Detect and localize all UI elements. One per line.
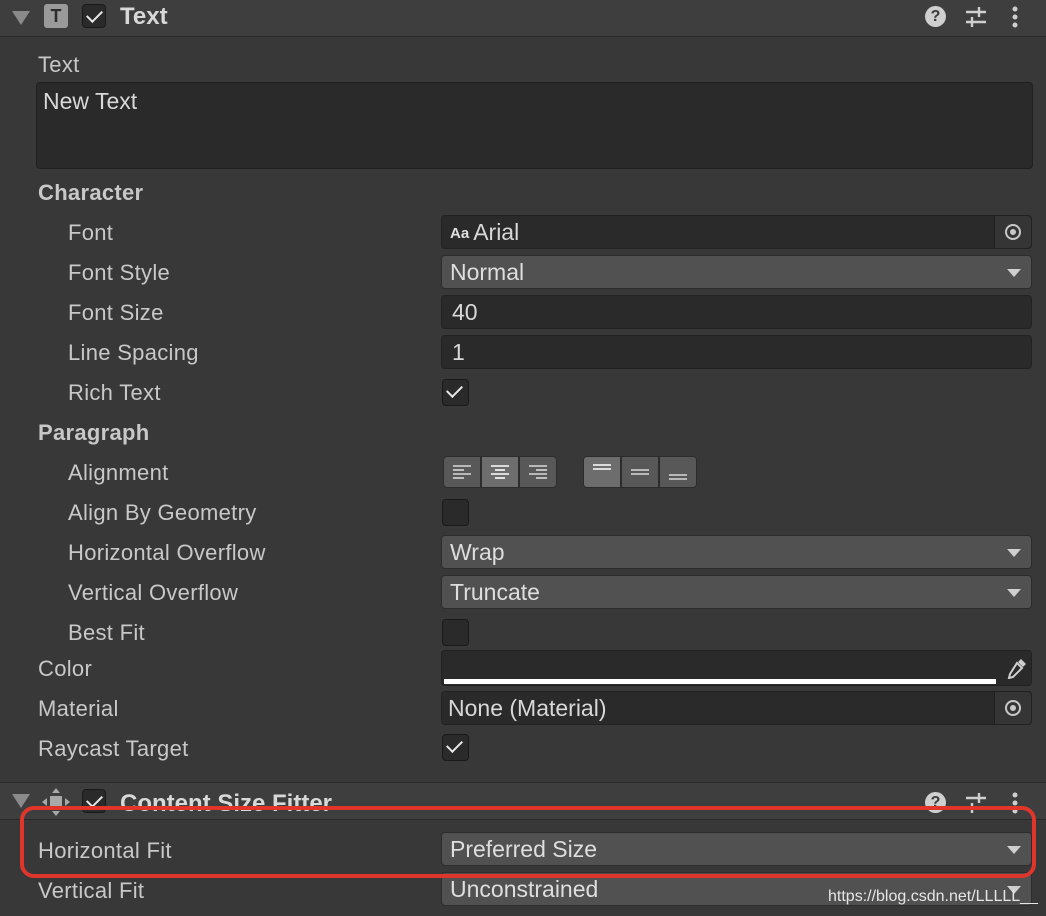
color-label: Color — [38, 656, 93, 681]
line-spacing-input[interactable]: 1 — [441, 335, 1032, 369]
raycast-target-checkbox[interactable] — [442, 734, 469, 761]
object-picker-icon[interactable] — [994, 692, 1031, 724]
raycast-target-label: Raycast Target — [38, 736, 189, 761]
character-header: Character — [38, 180, 144, 205]
text-area-value: New Text — [43, 88, 138, 114]
align-by-geometry-label: Align By Geometry — [68, 500, 257, 525]
align-middle-icon — [631, 469, 649, 475]
vertical-overflow-label: Vertical Overflow — [68, 580, 239, 605]
vertical-fit-value: Unconstrained — [450, 876, 599, 902]
font-size-value: 40 — [452, 299, 478, 325]
eyedropper-icon[interactable] — [1006, 657, 1028, 679]
text-component-header[interactable]: T Text ? — [0, 0, 1046, 37]
horizontal-overflow-value: Wrap — [450, 539, 505, 565]
font-style-dropdown[interactable]: Normal — [441, 255, 1032, 289]
alignment-label: Alignment — [68, 460, 169, 485]
component-title: Text — [120, 3, 168, 30]
text-component-icon: T — [44, 4, 68, 28]
align-center-button[interactable] — [481, 456, 519, 488]
line-spacing-label: Line Spacing — [68, 340, 199, 365]
object-picker-icon[interactable] — [994, 216, 1031, 248]
help-icon[interactable]: ? — [925, 6, 946, 27]
align-middle-button[interactable] — [621, 456, 659, 488]
vertical-overflow-dropdown[interactable]: Truncate — [441, 575, 1032, 609]
material-object-field[interactable]: None (Material) — [441, 691, 1032, 725]
chevron-down-icon — [1007, 549, 1021, 557]
foldout-arrow-icon[interactable] — [12, 794, 30, 808]
align-top-button[interactable] — [583, 456, 621, 488]
font-size-input[interactable]: 40 — [441, 295, 1032, 329]
rich-text-label: Rich Text — [68, 380, 161, 405]
material-label: Material — [38, 696, 119, 721]
color-field[interactable] — [441, 650, 1032, 686]
chevron-down-icon — [1007, 269, 1021, 277]
align-bottom-icon — [669, 474, 687, 480]
best-fit-checkbox[interactable] — [442, 619, 469, 646]
align-top-icon — [593, 464, 611, 470]
chevron-down-icon — [1007, 589, 1021, 597]
vertical-overflow-value: Truncate — [450, 579, 540, 605]
align-by-geometry-checkbox[interactable] — [442, 499, 469, 526]
text-label: Text — [38, 52, 80, 77]
line-spacing-value: 1 — [452, 339, 465, 365]
foldout-arrow-icon[interactable] — [12, 11, 30, 25]
horizontal-overflow-label: Horizontal Overflow — [68, 540, 266, 565]
paragraph-header: Paragraph — [38, 420, 150, 445]
align-bottom-button[interactable] — [659, 456, 697, 488]
horizontal-alignment-group — [443, 456, 557, 488]
font-asset-icon: Aa — [450, 225, 470, 242]
text-area[interactable]: New Text — [36, 82, 1033, 169]
horizontal-overflow-dropdown[interactable]: Wrap — [441, 535, 1032, 569]
color-swatch[interactable] — [444, 679, 996, 684]
font-size-label: Font Size — [68, 300, 164, 325]
font-value: Arial — [473, 219, 520, 245]
vertical-alignment-group — [583, 456, 697, 488]
best-fit-label: Best Fit — [68, 620, 145, 645]
font-style-label: Font Style — [68, 260, 171, 285]
font-label: Font — [68, 220, 114, 245]
align-left-icon — [453, 465, 471, 479]
rich-text-checkbox[interactable] — [442, 379, 469, 406]
font-object-field[interactable]: Aa Arial — [441, 215, 1032, 249]
font-style-value: Normal — [450, 259, 525, 285]
vertical-fit-label: Vertical Fit — [38, 878, 145, 903]
presets-sliders-icon[interactable] — [964, 5, 988, 29]
material-value: None (Material) — [448, 695, 607, 721]
watermark-text: https://blog.csdn.net/LLLLL__ — [828, 888, 1038, 905]
align-right-button[interactable] — [519, 456, 557, 488]
highlight-annotation-box — [20, 806, 1036, 878]
align-left-button[interactable] — [443, 456, 481, 488]
text-enabled-checkbox[interactable] — [82, 4, 106, 28]
more-options-icon[interactable] — [1010, 5, 1020, 29]
align-center-icon — [491, 465, 509, 479]
align-right-icon — [529, 465, 547, 479]
